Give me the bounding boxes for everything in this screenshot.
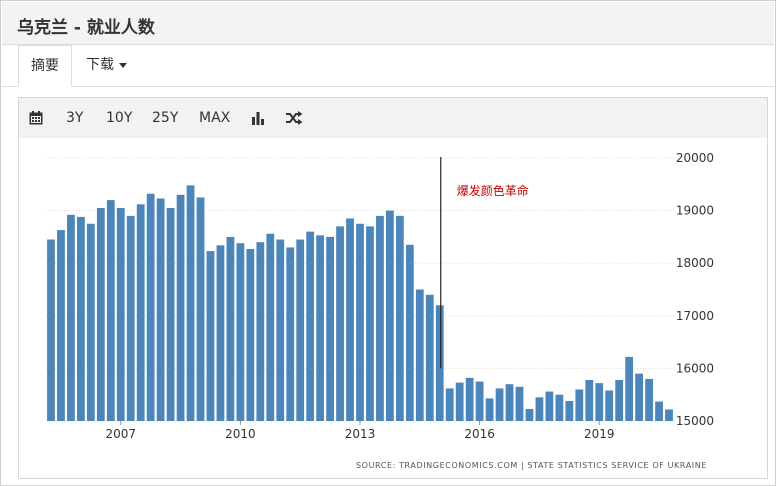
bar xyxy=(226,236,235,421)
bar xyxy=(296,239,305,421)
bar-chart-icon[interactable] xyxy=(251,98,265,138)
bar xyxy=(366,226,374,421)
bar xyxy=(186,185,195,421)
bar xyxy=(246,248,255,421)
chart-container: 爆发颜色革命 15000 16000 17000 18000 19000 20000 20… xyxy=(18,138,768,479)
tab-bar: 摘要 下载 xyxy=(2,45,774,87)
bar xyxy=(156,198,165,421)
bar xyxy=(196,197,205,421)
bar xyxy=(395,215,404,421)
bar xyxy=(276,239,285,421)
bar xyxy=(625,356,634,421)
bar xyxy=(595,383,604,421)
page-title: 乌克兰 - 就业人数 xyxy=(17,18,155,38)
y-tick-label: 15000 xyxy=(676,414,714,428)
y-tick-label: 16000 xyxy=(676,361,714,375)
bar xyxy=(485,398,494,421)
chart-toolbar: 3Y 10Y 25Y MAX xyxy=(18,97,768,139)
bar xyxy=(136,204,145,421)
bar xyxy=(386,210,394,421)
title-bar: 乌克兰 - 就业人数 xyxy=(2,2,774,45)
bar xyxy=(216,245,225,421)
bar xyxy=(505,384,514,421)
bar xyxy=(555,394,564,421)
bar xyxy=(106,200,115,421)
y-tick-label: 17000 xyxy=(676,309,714,323)
bar xyxy=(346,218,354,421)
bar xyxy=(405,244,414,421)
range-max-button[interactable]: MAX xyxy=(199,98,230,138)
bar xyxy=(525,408,534,421)
bar xyxy=(47,239,55,421)
source-note: SOURCE: TRADINGECONOMICS.COM | STATE STA… xyxy=(356,461,707,470)
x-tick-label: 2019 xyxy=(584,427,615,441)
bar xyxy=(655,401,663,421)
x-tick-label: 2016 xyxy=(464,427,495,441)
y-tick-label: 19000 xyxy=(676,204,714,218)
bar xyxy=(96,207,105,421)
bar xyxy=(336,226,344,421)
bar xyxy=(126,215,135,421)
bar xyxy=(445,388,454,421)
bar xyxy=(236,243,245,421)
bar xyxy=(455,382,464,421)
bar xyxy=(635,373,643,421)
bar xyxy=(435,305,444,421)
bar xyxy=(515,386,524,421)
bar xyxy=(575,389,584,421)
bar xyxy=(495,388,504,421)
bar xyxy=(535,397,544,421)
bar xyxy=(256,242,265,421)
bar xyxy=(316,235,325,421)
x-tick-label: 2010 xyxy=(225,427,256,441)
bar xyxy=(166,207,175,421)
bar xyxy=(67,214,75,421)
bar xyxy=(475,381,484,421)
bar xyxy=(376,215,384,421)
bar xyxy=(585,379,594,421)
bar xyxy=(176,194,185,421)
page-frame: 乌克兰 - 就业人数 摘要 下载 3Y 10Y 25Y MAX 爆发颜色革命 1… xyxy=(0,0,776,486)
tab-download[interactable]: 下载 xyxy=(86,45,127,86)
bar xyxy=(645,378,653,421)
bar xyxy=(565,401,574,421)
bar xyxy=(356,223,364,421)
y-tick-label: 20000 xyxy=(676,151,714,165)
bar xyxy=(306,231,315,421)
bar xyxy=(266,233,275,421)
bar-chart: 爆发颜色革命 15000 16000 17000 18000 19000 20000 20… xyxy=(46,151,714,470)
bar xyxy=(615,379,624,421)
bar xyxy=(116,207,125,421)
y-tick-label: 18000 xyxy=(676,256,714,270)
bar xyxy=(57,230,65,421)
bar xyxy=(415,289,424,421)
bar xyxy=(77,216,85,421)
annotation-label: 爆发颜色革命 xyxy=(457,183,529,198)
bar xyxy=(146,193,155,421)
shuffle-icon[interactable] xyxy=(286,98,303,138)
bar xyxy=(326,236,334,421)
caret-down-icon xyxy=(119,62,127,68)
range-10y-button[interactable]: 10Y xyxy=(106,98,132,138)
bar xyxy=(425,294,434,421)
bar xyxy=(465,377,474,421)
bar xyxy=(286,247,295,421)
y-axis-ticks: 15000 16000 17000 18000 19000 20000 xyxy=(676,151,714,428)
chart-bars xyxy=(47,185,673,421)
bar xyxy=(665,409,673,421)
x-tick-label: 2007 xyxy=(105,427,136,441)
tab-summary[interactable]: 摘要 xyxy=(18,45,72,87)
bar xyxy=(605,390,614,421)
range-3y-button[interactable]: 3Y xyxy=(66,98,83,138)
range-25y-button[interactable]: 25Y xyxy=(152,98,178,138)
x-axis-ticks: 2007 2010 2013 2016 2019 xyxy=(105,421,615,441)
bar xyxy=(545,391,554,421)
bar xyxy=(86,223,95,421)
bar xyxy=(206,251,215,421)
calendar-icon[interactable] xyxy=(29,98,43,138)
tab-download-label: 下载 xyxy=(86,57,114,73)
x-tick-label: 2013 xyxy=(345,427,376,441)
